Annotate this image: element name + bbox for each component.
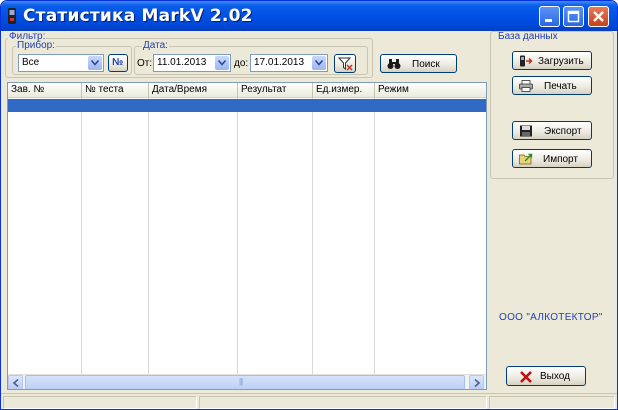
close-button[interactable] <box>588 6 609 27</box>
scroll-left-button[interactable] <box>8 375 23 389</box>
search-button-label: Поиск <box>412 59 440 70</box>
database-legend: База данных <box>497 31 559 42</box>
status-bar <box>1 393 617 409</box>
close-icon <box>593 11 604 22</box>
import-button-label: Импорт <box>543 154 578 165</box>
scroll-thumb[interactable]: ||| <box>25 375 465 389</box>
status-pane <box>3 396 197 409</box>
device-select[interactable]: Все <box>18 54 104 72</box>
import-button[interactable]: Импорт <box>512 149 592 168</box>
printer-icon <box>519 80 533 92</box>
scroll-right-button[interactable] <box>469 375 484 389</box>
main-window: Статистика MarkV 2.02 Фильтр: Прибор: Вс… <box>0 0 618 410</box>
load-button-label: Загрузить <box>538 56 584 67</box>
column-header-test-number[interactable]: № теста <box>82 83 149 98</box>
device-select-value: Все <box>22 57 40 68</box>
column-divider <box>374 98 375 376</box>
column-divider <box>237 98 238 376</box>
title-bar[interactable]: Статистика MarkV 2.02 <box>1 1 617 31</box>
window-title: Статистика MarkV 2.02 <box>23 6 253 26</box>
company-name: ООО "АЛКОТЕКТОР" <box>499 312 603 323</box>
minimize-icon <box>545 19 552 22</box>
print-button-label: Печать <box>544 81 577 92</box>
chevron-down-icon <box>91 60 99 66</box>
date-legend: Дата: <box>142 40 169 51</box>
date-to-picker[interactable]: 17.01.2013 <box>250 54 328 72</box>
filter-icon <box>338 57 353 71</box>
date-to-value: 17.01.2013 <box>254 57 305 68</box>
number-sign-label: № <box>112 57 124 68</box>
column-header-mode[interactable]: Режим <box>375 83 486 98</box>
date-from-dropdown[interactable] <box>215 56 229 70</box>
print-button[interactable]: Печать <box>512 76 592 95</box>
status-pane <box>199 396 487 409</box>
status-pane <box>489 396 615 409</box>
chevron-left-icon <box>13 379 19 387</box>
load-device-icon <box>520 55 533 67</box>
maximize-button[interactable] <box>563 6 584 27</box>
column-divider <box>81 98 82 376</box>
column-header-result[interactable]: Результат <box>238 83 313 98</box>
horizontal-scrollbar[interactable]: ||| <box>8 374 486 389</box>
results-table[interactable]: Зав. № № теста Дата/Время Результат Ед.и… <box>7 82 487 390</box>
date-from-label: От: <box>137 58 153 69</box>
search-button[interactable]: Поиск <box>380 54 457 73</box>
date-to-dropdown[interactable] <box>312 56 326 70</box>
load-button[interactable]: Загрузить <box>512 51 592 70</box>
floppy-disk-icon <box>520 125 532 137</box>
date-from-picker[interactable]: 11.01.2013 <box>153 54 231 72</box>
table-header: Зав. № № теста Дата/Время Результат Ед.и… <box>8 83 486 98</box>
export-button[interactable]: Экспорт <box>512 121 592 140</box>
device-number-button[interactable]: № <box>108 54 128 72</box>
app-icon <box>8 8 16 24</box>
column-header-datetime[interactable]: Дата/Время <box>149 83 238 98</box>
column-divider <box>148 98 149 376</box>
maximize-icon <box>567 10 580 23</box>
scroll-grip-icon: ||| <box>239 377 243 386</box>
date-from-value: 11.01.2013 <box>157 57 207 68</box>
open-folder-icon <box>519 153 533 165</box>
exit-button[interactable]: Выход <box>506 366 586 386</box>
exit-button-label: Выход <box>540 371 570 382</box>
device-legend: Прибор: <box>16 40 56 51</box>
chevron-down-icon <box>315 60 323 66</box>
chevron-down-icon <box>218 60 226 66</box>
selected-table-row[interactable] <box>8 99 486 112</box>
column-header-unit[interactable]: Ед.измер. <box>313 83 375 98</box>
export-button-label: Экспорт <box>544 126 582 137</box>
date-to-label: до: <box>234 58 249 69</box>
device-dropdown-button[interactable] <box>88 56 102 70</box>
apply-filter-button[interactable] <box>334 54 356 73</box>
close-x-icon <box>520 371 532 383</box>
minimize-button[interactable] <box>539 6 560 27</box>
chevron-right-icon <box>474 379 480 387</box>
column-divider <box>312 98 313 376</box>
binoculars-icon <box>387 59 401 69</box>
column-header-serial[interactable]: Зав. № <box>8 83 82 98</box>
